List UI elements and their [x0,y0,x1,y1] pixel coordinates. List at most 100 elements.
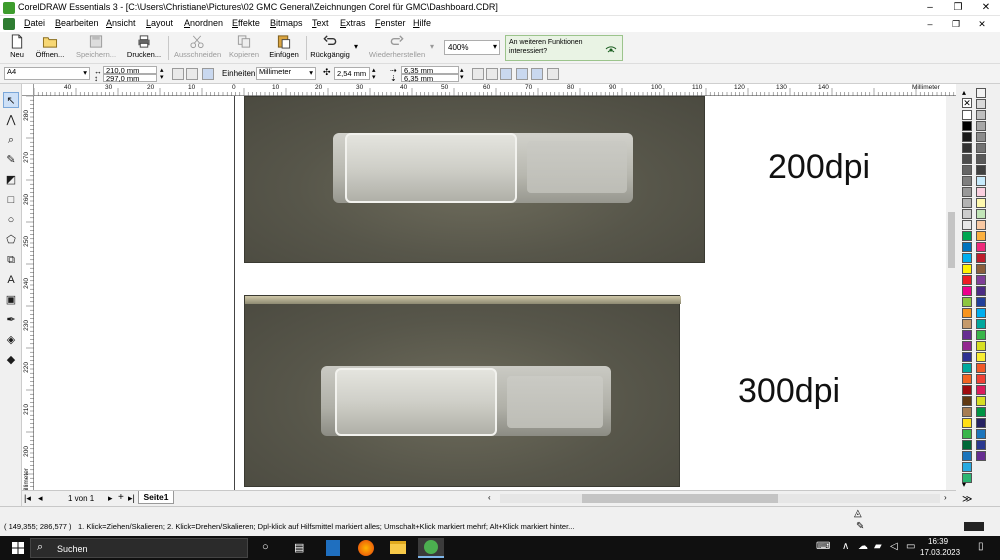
dynamic-guides-icon[interactable] [531,68,543,80]
shape-tool-icon[interactable]: ⋀ [3,112,19,128]
color-swatch[interactable] [976,330,986,340]
menu-effekte[interactable]: Effekte [232,18,260,28]
redo-button[interactable]: Wiederherstellen [368,34,426,62]
color-swatch[interactable] [962,209,972,219]
ruler-origin-corner[interactable] [22,84,34,96]
color-swatch[interactable] [976,418,986,428]
color-swatch[interactable] [976,352,986,362]
color-swatch[interactable] [976,319,986,329]
volume-icon[interactable]: ◁ [890,541,898,552]
scroll-right-icon[interactable]: › [944,493,947,502]
freehand-tool-icon[interactable]: ✎ [3,152,19,168]
color-swatch[interactable] [962,374,972,384]
color-swatch[interactable] [976,264,986,274]
color-swatch[interactable] [976,88,986,98]
label-200dpi[interactable]: 200dpi [768,148,870,187]
duplicate-y-field[interactable]: 6,35 mm [401,74,459,83]
color-swatch[interactable] [962,407,972,417]
outline-color-swatch[interactable] [964,522,984,531]
keyboard-icon[interactable]: ⌨ [816,541,830,552]
color-swatch[interactable] [976,286,986,296]
coreldraw-taskbar-button[interactable] [418,538,444,558]
color-swatch[interactable] [976,154,986,164]
notification-icon[interactable]: ▯ [978,541,984,552]
color-swatch[interactable] [962,242,972,252]
color-swatch[interactable] [962,253,972,263]
color-swatch[interactable] [962,297,972,307]
color-swatch[interactable] [962,176,972,186]
fill-status-icon[interactable]: ◬ [854,508,862,519]
size-spinner[interactable]: ▴ ▾ [160,67,168,81]
color-swatch[interactable] [962,187,972,197]
horizontal-scroll-thumb[interactable] [582,494,778,503]
color-swatch[interactable] [976,176,986,186]
color-swatch[interactable] [976,187,986,197]
save-button[interactable]: Speichern... [76,34,116,62]
horizontal-ruler[interactable]: 40 30 20 10 0 10 20 30 40 50 60 70 80 90… [34,84,956,96]
ellipse-tool-icon[interactable]: ○ [3,212,19,228]
alignment-guides-icon[interactable] [547,68,559,80]
duplicate-x-field[interactable]: 6,35 mm [401,66,459,75]
zoom-tool-icon[interactable]: ⌕ [3,132,19,148]
add-page-icon[interactable]: + [118,492,124,503]
document-icon[interactable] [3,18,15,30]
guidelines-icon[interactable] [500,68,512,80]
minimize-button[interactable]: – [916,0,944,16]
calculator-icon[interactable] [326,540,340,556]
menu-anordnen[interactable]: Anordnen [184,18,223,28]
color-swatch[interactable] [962,220,972,230]
paste-button[interactable]: Einfügen [268,34,300,62]
menu-datei[interactable]: Datei [24,18,45,28]
color-swatch[interactable] [976,99,986,109]
outline-tool-icon[interactable]: ◈ [3,332,19,348]
color-swatch[interactable] [976,451,986,461]
color-swatch[interactable] [962,308,972,318]
doc-restore-button[interactable]: ❐ [946,16,966,32]
outline-status-icon[interactable]: ✎ [856,521,864,532]
menu-layout[interactable]: Layout [146,18,173,28]
first-page-icon[interactable]: |◂ [24,493,31,504]
vertical-scrollbar[interactable] [946,96,956,490]
vertical-ruler[interactable]: 280 270 260 250 240 230 220 210 200 Mill… [22,96,34,496]
interactive-tool-icon[interactable]: ▣ [3,292,19,308]
color-swatch[interactable] [962,418,972,428]
grid-icon[interactable] [472,68,484,80]
color-swatch[interactable] [962,341,972,351]
menu-ansicht[interactable]: Ansicht [106,18,136,28]
color-swatch[interactable] [962,143,972,153]
color-swatch[interactable] [976,341,986,351]
color-swatch[interactable] [976,297,986,307]
color-swatch[interactable] [962,132,972,142]
previous-page-icon[interactable]: ◂ [38,493,43,504]
menu-bearbeiten[interactable]: Bearbeiten [55,18,99,28]
palette-expand-icon[interactable]: ≫ [962,494,972,505]
menu-text[interactable]: Text [312,18,329,28]
doc-minimize-button[interactable]: – [920,16,940,32]
task-view-icon[interactable]: ○ [262,541,269,553]
redo-dropdown-arrow-icon[interactable]: ▾ [430,42,434,51]
color-swatch[interactable] [962,429,972,439]
color-swatch[interactable] [962,286,972,296]
color-swatch[interactable] [962,319,972,329]
color-swatch[interactable] [962,363,972,373]
menu-hilfe[interactable]: Hilfe [413,18,431,28]
color-swatch[interactable] [962,275,972,285]
basic-shapes-tool-icon[interactable]: ⧉ [3,252,19,268]
color-swatch[interactable] [962,451,972,461]
nudge-spinner[interactable]: ▴ ▾ [372,67,380,81]
label-300dpi[interactable]: 300dpi [738,372,840,411]
windows-start-icon[interactable] [12,542,24,554]
print-button[interactable]: Drucken... [126,34,162,62]
close-button[interactable]: ✕ [972,0,1000,16]
color-swatch[interactable] [976,253,986,263]
color-swatch[interactable] [962,396,972,406]
palette-scroll-down-icon[interactable]: ▾ [962,480,966,489]
color-swatch[interactable] [976,374,986,384]
color-swatch[interactable] [976,132,986,142]
new-button[interactable]: Neu [6,34,28,62]
color-swatch[interactable] [976,407,986,417]
rectangle-tool-icon[interactable]: □ [3,192,19,208]
landscape-icon[interactable] [186,68,198,80]
file-explorer-icon[interactable] [390,541,406,554]
duplicate-spinner[interactable]: ▴ ▾ [460,67,468,81]
